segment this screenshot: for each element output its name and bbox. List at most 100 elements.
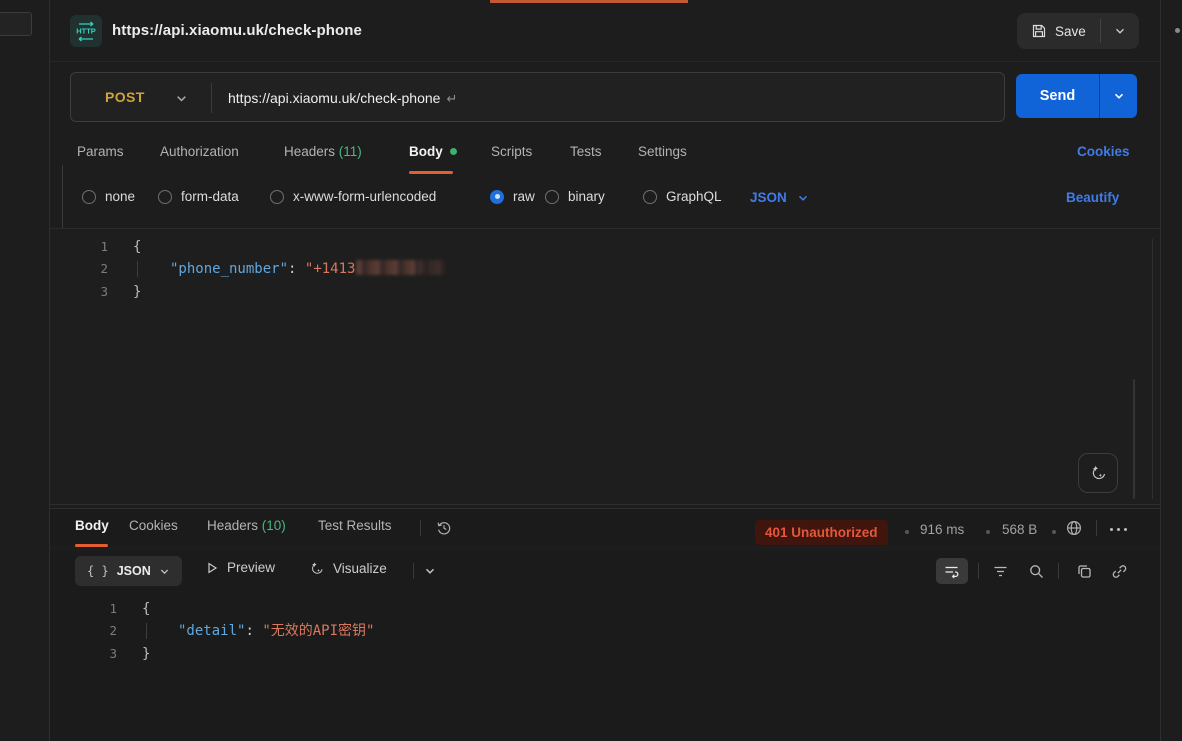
send-options-button[interactable] (1100, 74, 1137, 118)
radio-icon (545, 190, 559, 204)
code-token-group: "detail": "无效的API密钥" (178, 620, 374, 642)
code-token: { (133, 236, 141, 258)
body-type-options: none form-data x-www-form-urlencoded raw… (50, 186, 1160, 214)
line-number: 1 (73, 598, 117, 620)
dot-separator (986, 530, 990, 534)
response-size[interactable]: 568 B (1002, 522, 1037, 537)
rail-handle-icon[interactable] (1175, 28, 1180, 33)
line-number: 2 (64, 258, 108, 280)
divider (1058, 563, 1059, 579)
url-input[interactable]: https://api.xiaomu.uk/check-phone ↵ (228, 90, 457, 107)
json-value: "+1413 (305, 261, 356, 277)
search-icon[interactable] (1028, 563, 1045, 580)
response-tab-test-results[interactable]: Test Results (318, 518, 392, 533)
tab-scripts[interactable]: Scripts (491, 144, 532, 159)
code-token: } (133, 281, 141, 303)
body-type-urlencoded[interactable]: x-www-form-urlencoded (270, 189, 436, 204)
code-token: } (142, 643, 150, 665)
save-button-label: Save (1055, 24, 1086, 39)
preview-button[interactable]: Preview (205, 560, 275, 575)
line-number: 1 (64, 236, 108, 258)
json-key: "phone_number" (170, 261, 288, 277)
link-icon[interactable] (1111, 563, 1128, 580)
tab-headers[interactable]: Headers (11) (284, 144, 362, 159)
chevron-down-icon (1113, 90, 1125, 102)
request-tabs: Params Authorization Headers (11) Body S… (50, 138, 1160, 174)
body-type-raw[interactable]: raw (490, 189, 535, 204)
code-token: { (142, 598, 150, 620)
body-type-graphql[interactable]: GraphQL (643, 189, 722, 204)
json-key: "detail" (178, 623, 245, 639)
indent-guide (146, 623, 147, 639)
editor-scrollbar[interactable] (1133, 379, 1135, 499)
body-type-binary[interactable]: binary (545, 189, 605, 204)
response-body-editor[interactable]: 1 { 2 "detail": "无效的API密钥" 3 } (50, 593, 1160, 741)
save-options-button[interactable] (1101, 13, 1139, 49)
request-header-bar: HTTP https://api.xiaomu.uk/check-phone S… (50, 0, 1160, 62)
http-method-icon: HTTP (70, 15, 102, 47)
visualize-button[interactable]: Visualize (308, 560, 387, 577)
code-token-group: "phone_number": "+1413 (170, 258, 445, 280)
response-time[interactable]: 916 ms (920, 522, 964, 537)
cookies-link[interactable]: Cookies (1077, 144, 1130, 159)
json-value: "无效的API密钥" (262, 623, 374, 639)
redacted-value-blur (417, 260, 445, 275)
beautify-link[interactable]: Beautify (1066, 190, 1119, 205)
wrap-text-icon (943, 563, 960, 580)
tab-body[interactable]: Body (409, 144, 457, 159)
divider (420, 520, 421, 536)
chevron-down-icon (1114, 25, 1126, 37)
radio-icon (270, 190, 284, 204)
method-selector[interactable]: POST (105, 89, 145, 105)
request-body-editor[interactable]: 1 { 2 "phone_number": "+1413 3 } (50, 228, 1160, 505)
method-chevron-down-icon[interactable] (175, 92, 188, 105)
tab-settings[interactable]: Settings (638, 144, 687, 159)
response-tab-headers[interactable]: Headers (10) (207, 518, 286, 533)
response-format-selector[interactable]: { } JSON (75, 556, 182, 586)
body-type-form-data[interactable]: form-data (158, 189, 239, 204)
left-sidebar (0, 0, 50, 741)
dot-separator (905, 530, 909, 534)
enter-hint-icon: ↵ (446, 91, 457, 106)
tab-tests[interactable]: Tests (570, 144, 602, 159)
network-globe-icon[interactable] (1064, 518, 1084, 538)
copy-icon[interactable] (1076, 563, 1093, 580)
braces-icon: { } (87, 564, 109, 578)
tab-params[interactable]: Params (77, 144, 124, 159)
divider (978, 563, 979, 579)
request-url-bar: POST https://api.xiaomu.uk/check-phone ↵ (70, 72, 1005, 122)
status-badge[interactable]: 401 Unauthorized (755, 520, 888, 545)
body-modified-dot (450, 148, 457, 155)
visualize-sparkle-icon (308, 560, 325, 577)
response-tab-cookies[interactable]: Cookies (129, 518, 178, 533)
line-number: 2 (73, 620, 117, 642)
response-history-icon[interactable] (435, 519, 453, 537)
filter-icon[interactable] (992, 563, 1009, 580)
divider (413, 563, 414, 579)
body-type-none[interactable]: none (82, 189, 135, 204)
line-number: 3 (73, 643, 117, 665)
redacted-value-blur (356, 260, 416, 275)
response-tab-body[interactable]: Body (75, 518, 109, 533)
visualize-chevron-down-icon[interactable] (424, 565, 436, 577)
main-panel: HTTP https://api.xiaomu.uk/check-phone S… (50, 0, 1160, 741)
sidebar-collapsed-item[interactable] (0, 12, 32, 36)
request-title: https://api.xiaomu.uk/check-phone (112, 22, 362, 39)
response-toolbar: { } JSON Preview (50, 551, 1160, 591)
response-headers-count: (10) (262, 518, 286, 533)
response-tabs-bar: Body Cookies Headers (10) Test Results 4… (50, 508, 1160, 546)
language-selector[interactable]: JSON (750, 190, 809, 205)
save-button[interactable]: Save (1017, 13, 1100, 49)
url-value: https://api.xiaomu.uk/check-phone (228, 90, 440, 106)
radio-icon (82, 190, 96, 204)
radio-selected-icon (490, 190, 504, 204)
editor-scroll-track (1152, 239, 1153, 499)
chevron-down-icon (159, 566, 170, 577)
send-button[interactable]: Send (1016, 74, 1099, 118)
save-button-group: Save (1017, 13, 1139, 49)
play-icon (205, 561, 219, 575)
postbot-button[interactable] (1078, 453, 1118, 493)
save-icon (1031, 23, 1047, 39)
tab-authorization[interactable]: Authorization (160, 144, 239, 159)
more-options-icon[interactable] (1110, 528, 1127, 531)
